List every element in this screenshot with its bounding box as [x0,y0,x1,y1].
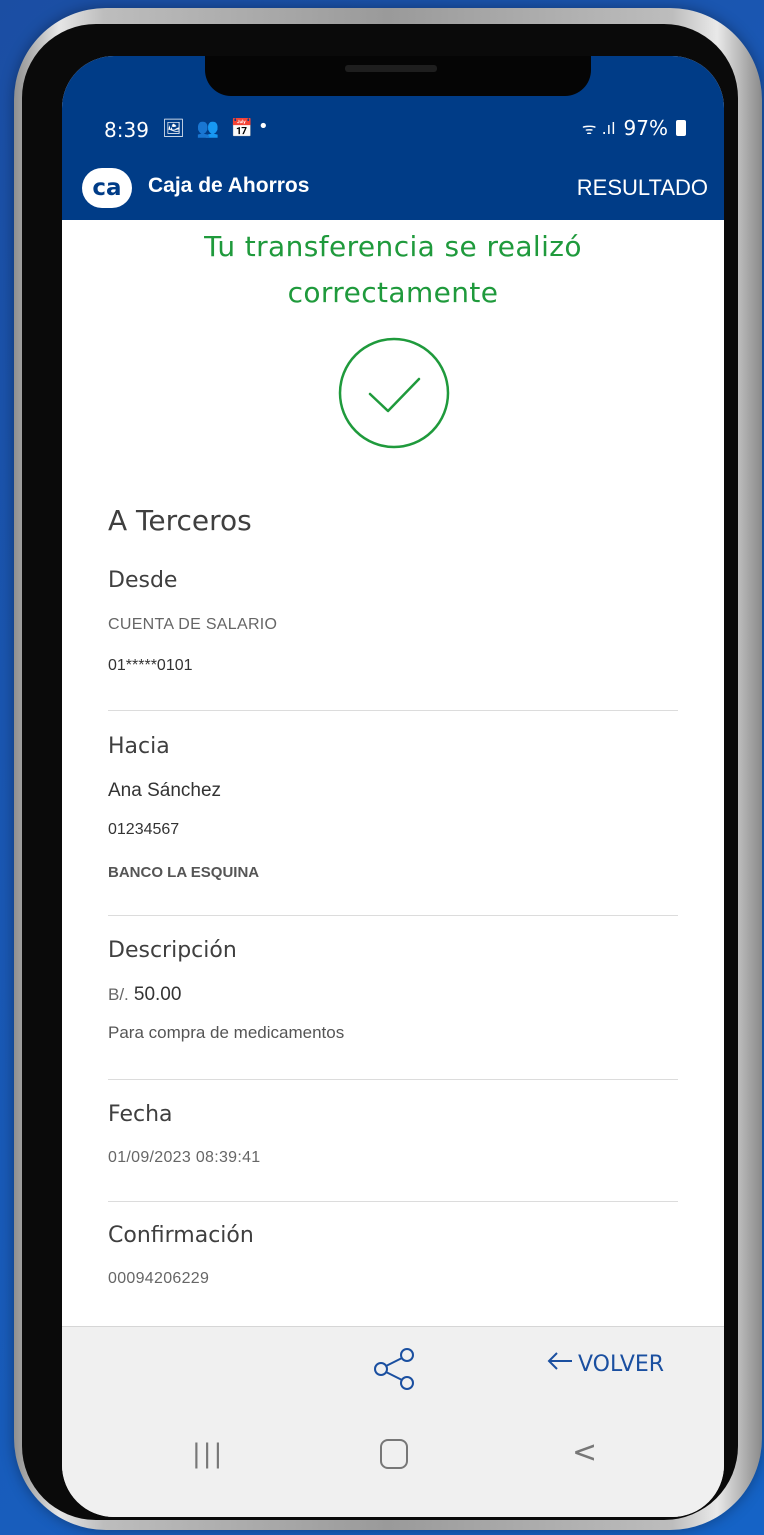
from-label: Desde [108,568,178,593]
recent-apps-button[interactable]: ||| [192,1439,224,1469]
signal-icon: ᯤ .ıl [581,119,616,138]
brand-name: Caja de Ahorros [148,174,310,197]
from-account-number: 01*****0101 [108,657,193,674]
divider [108,710,678,711]
back-label: VOLVER [578,1351,665,1377]
screen-title: RESULTADO [576,175,708,200]
amount-row: B/. 50.00 [108,984,181,1006]
date-label: Fecha [108,1102,173,1127]
divider [108,1079,678,1080]
speaker-slot [345,65,437,72]
to-account-number: 01234567 [108,821,180,838]
success-message: Tu transferencia se realizó correctament… [204,230,582,309]
camera-notch [205,56,591,96]
battery-icon [676,120,686,136]
divider [108,1201,678,1202]
home-button[interactable] [380,1439,408,1469]
currency-symbol: B/. [108,985,129,1004]
arrow-left-icon [546,1351,574,1377]
amount-value: 50.00 [133,984,182,1005]
bank-logo: ca [82,168,132,208]
to-bank: BANCO LA ESQUINA [108,864,260,881]
confirmation-label: Confirmación [108,1223,254,1248]
notification-dot: • [258,116,269,137]
confirmation-value: 00094206229 [108,1270,210,1287]
system-back-button[interactable]: < [572,1435,597,1470]
notification-icons: 🖼 👥 📅 [162,118,257,139]
date-value: 01/09/2023 08:39:41 [108,1149,261,1166]
status-time: 8:39 [104,118,149,142]
from-account-name: CUENTA DE SALARIO [108,616,278,633]
transfer-type-title: A Terceros [108,504,252,537]
action-bar: VOLVER ||| < [62,1326,724,1517]
check-circle-icon [337,336,451,450]
back-button[interactable]: VOLVER [546,1351,664,1377]
share-icon[interactable] [372,1347,416,1391]
divider [108,915,678,916]
description-label: Descripción [108,938,237,963]
description-text: Para compra de medicamentos [108,1023,345,1042]
status-indicators: ᯤ .ıl 97% [582,116,686,140]
to-name: Ana Sánchez [108,780,222,801]
app-header: 8:39 🖼 👥 📅 • ᯤ .ıl 97% ca Caja de Ahorro… [62,56,724,220]
battery-level: 97% [623,116,668,140]
to-label: Hacia [108,734,170,759]
app-screen: 8:39 🖼 👥 📅 • ᯤ .ıl 97% ca Caja de Ahorro… [62,56,724,1517]
